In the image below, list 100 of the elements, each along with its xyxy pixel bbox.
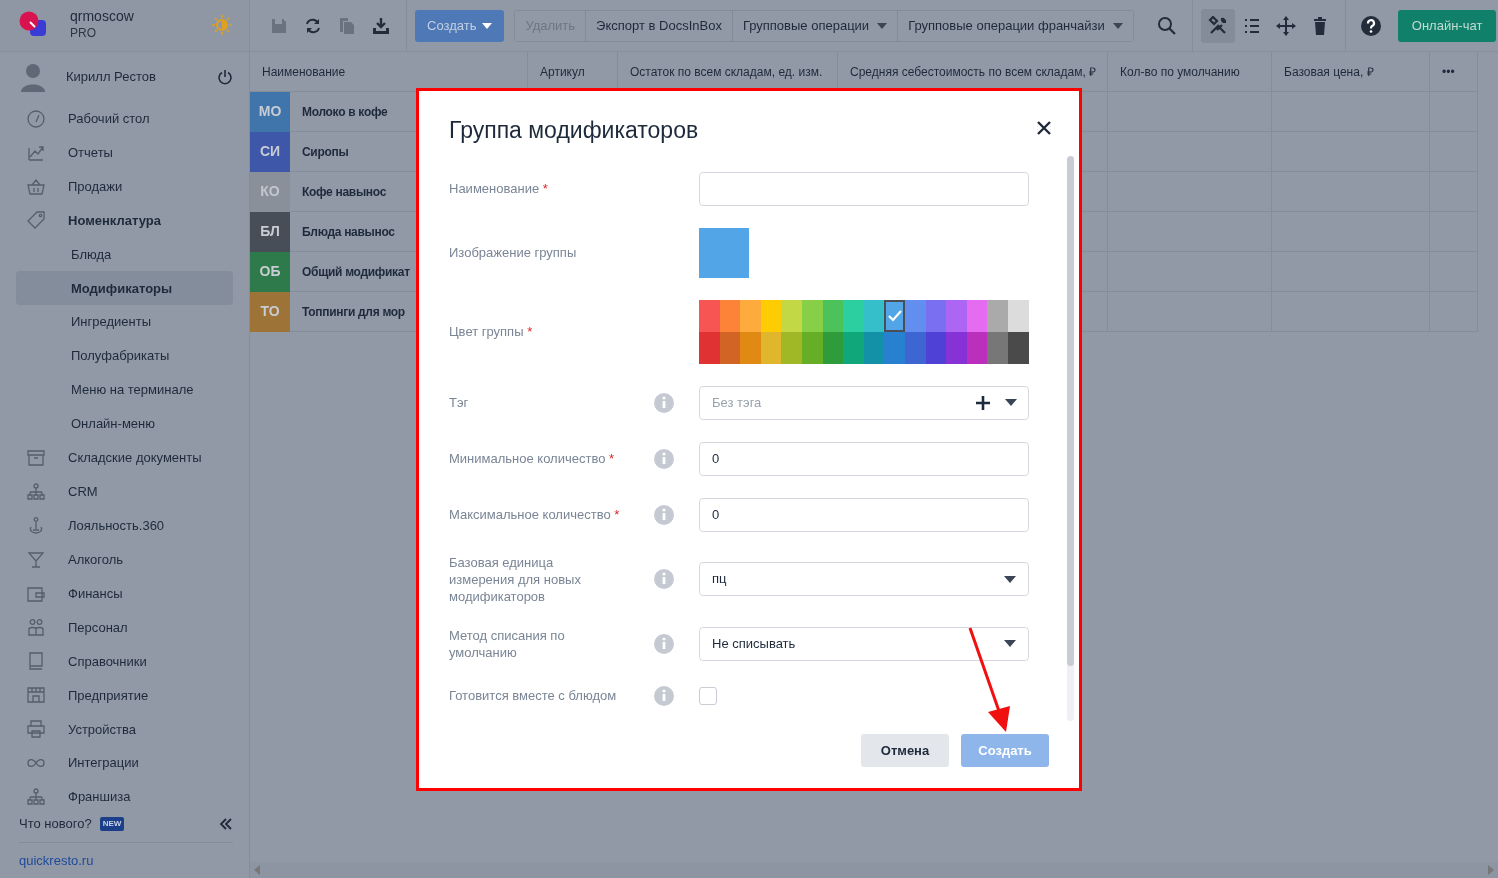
field-label: Метод списания по умолчанию [449,626,566,661]
color-swatch[interactable] [719,299,741,332]
column-header[interactable]: Кол-во по умолчанию [1108,52,1272,92]
caret-icon[interactable] [1005,398,1017,406]
sidebar-item[interactable]: Финансы [16,576,233,611]
org-chart-icon [26,481,46,502]
field-label: Наименование * [449,180,549,197]
color-swatch[interactable] [801,299,823,332]
info-icon[interactable] [654,392,674,413]
color-swatch[interactable] [760,299,782,332]
text-field[interactable] [699,171,1029,206]
caret-icon [482,22,493,29]
sidebar-subitem[interactable]: Онлайн-меню [16,407,233,441]
caret-icon [1004,575,1016,583]
color-swatch[interactable] [843,331,864,364]
color-swatch[interactable] [925,299,947,332]
group-name[interactable]: Общий модификат [302,262,410,281]
info-icon[interactable] [654,633,674,654]
info-icon[interactable] [654,504,674,525]
sidebar-item[interactable]: Предприятие [16,678,233,713]
collapse-icon[interactable] [219,817,233,830]
color-swatch[interactable] [781,331,802,364]
color-swatch[interactable] [987,299,1008,332]
group-name[interactable]: Сиропы [302,142,349,161]
info-icon[interactable] [654,448,674,469]
tag-field[interactable]: Без тэга [699,385,1029,420]
theme-toggle-icon[interactable] [211,14,233,37]
color-swatch[interactable] [946,299,967,332]
color-swatch[interactable] [863,299,885,332]
tools-icon [1207,15,1228,36]
group-name[interactable]: Молоко в кофе [302,102,388,121]
group-image[interactable] [699,227,749,278]
text-field[interactable]: 0 [699,497,1029,532]
group-name[interactable]: Блюда навынос [302,222,395,241]
sidebar-item[interactable]: Рабочий стол [16,101,233,136]
color-swatch[interactable] [987,331,1008,364]
group-name[interactable]: Топпинги для мор [302,302,405,321]
sidebar-subitem[interactable]: Модификаторы [16,271,233,306]
field-label: Изображение группы [449,244,578,261]
sidebar-item[interactable]: Номенклатура [16,203,233,238]
select-field[interactable]: Не списывать [699,626,1029,661]
color-swatch[interactable] [740,299,761,332]
close-icon [1037,120,1051,135]
info-icon[interactable] [654,569,674,589]
sidebar-item[interactable]: Интеграции [16,746,233,781]
add-tag-icon[interactable] [975,394,991,411]
color-swatch[interactable] [822,299,844,332]
new-tag: NEW [99,816,125,831]
color-swatch[interactable] [699,299,720,332]
field-label: Цвет группы * [449,323,534,340]
sidebar-item[interactable]: Отчеты [16,135,233,170]
group-badge: ОБ [250,251,290,292]
color-swatch[interactable] [966,299,988,332]
field-label: Готовится вместе с блюдом [449,687,618,704]
field-label: Минимальное количество * [449,450,616,467]
select-field[interactable]: пц [699,562,1029,596]
sidebar-item[interactable]: Справочники [16,644,233,679]
avatar-icon[interactable] [20,61,46,92]
sidebar-subitem[interactable]: Полуфабрикаты [16,339,233,374]
color-swatch[interactable] [781,299,802,332]
sidebar-item[interactable]: Персонал [16,610,233,645]
group-name[interactable]: Кофе навынос [302,182,387,201]
text-field[interactable]: 0 [699,441,1029,476]
tools-button[interactable] [1200,8,1235,43]
org-chart-icon [26,787,46,808]
sidebar-item[interactable]: CRM [16,474,233,509]
sidebar-subitem[interactable]: Ингредиенты [16,305,233,340]
horizontal-scrollbar[interactable] [250,862,1498,878]
sidebar-item[interactable]: Франшиза [16,780,233,815]
site-link[interactable]: quickresto.ru [19,842,233,871]
color-swatch[interactable] [884,331,905,364]
color-swatch[interactable] [884,299,905,332]
column-header[interactable]: Базовая цена, ₽ [1272,52,1430,92]
info-icon[interactable] [654,685,674,706]
cancel-button[interactable]: Отмена [861,734,949,767]
sidebar-subitem[interactable]: Блюда [16,237,233,272]
scroll-right-icon[interactable] [1488,865,1494,875]
scroll-left-icon[interactable] [254,865,260,875]
archive-icon [26,447,46,468]
action-button[interactable]: Групповые операции франчайзи [897,10,1133,41]
color-swatch[interactable] [843,299,864,332]
color-swatch[interactable] [1007,299,1029,332]
create-button[interactable]: Создать [415,9,505,42]
column-header[interactable]: ••• [1430,52,1478,92]
move-icon [1275,15,1296,36]
sidebar-item[interactable]: Складские документы [16,440,233,475]
color-swatch[interactable] [740,331,761,364]
sidebar-item[interactable]: Устройства [16,712,233,747]
chat-button[interactable]: Онлайн-чат [1397,9,1497,42]
color-swatch[interactable] [699,331,720,364]
sidebar-item[interactable]: Продажи [16,169,233,204]
color-swatch[interactable] [904,299,926,332]
whats-new-link[interactable]: Что нового? [19,814,92,834]
power-icon[interactable] [217,68,233,85]
sidebar-item[interactable]: Алкоголь [16,542,233,577]
color-swatch[interactable] [946,331,967,364]
checkbox[interactable] [699,686,717,705]
group-badge: БЛ [250,211,290,252]
sidebar-subitem[interactable]: Меню на терминале [16,373,233,408]
sidebar-item[interactable]: Лояльность.360 [16,508,233,543]
